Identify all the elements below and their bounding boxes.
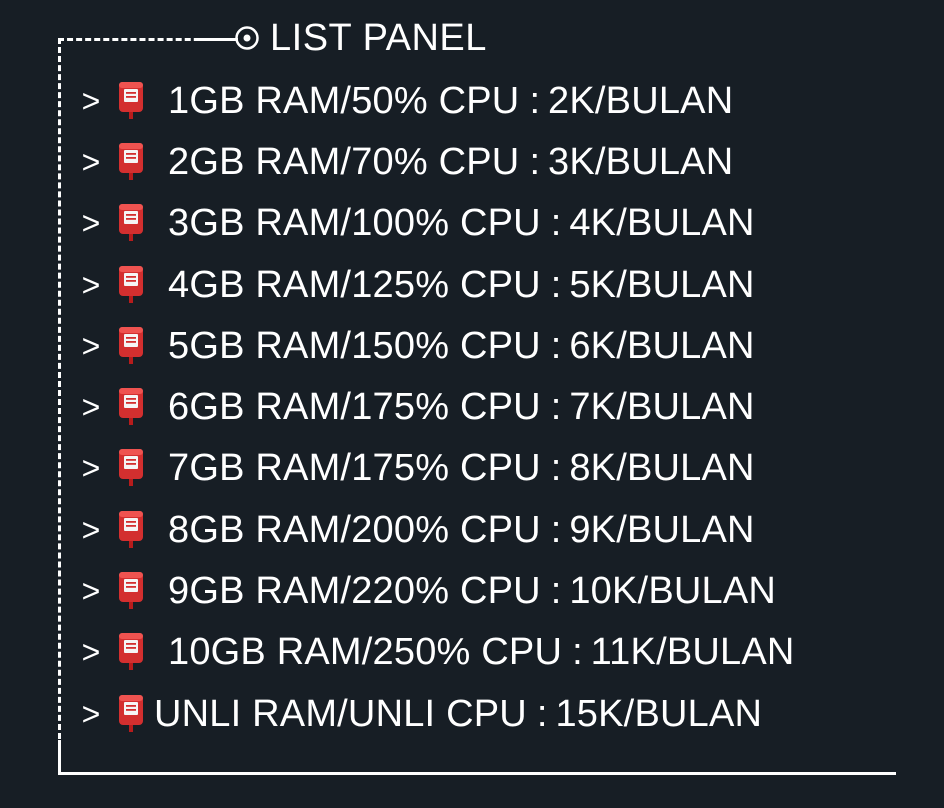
separator: : [550,263,562,306]
mailbox-icon [108,448,168,488]
separator: : [550,324,562,367]
list-panel: LIST PANEL > 1GB RAM/50% CPU : 2K/BULAN … [0,0,944,808]
plan-price: 5K/BULAN [569,263,755,306]
list-item: > 2GB RAM/70% CPU : 3K/BULAN [74,131,795,192]
plan-price: 4K/BULAN [569,202,755,245]
panel-title: LIST PANEL [270,17,487,59]
list-item: > 4GB RAM/125% CPU : 5K/BULAN [74,254,795,315]
plan-spec: 3GB RAM/100% CPU [168,202,541,245]
mailbox-icon [108,571,168,611]
plan-spec: 8GB RAM/200% CPU [168,508,541,551]
arrow-indicator: > [81,82,101,119]
separator: : [529,140,541,183]
list-item: > 6GB RAM/175% CPU : 7K/BULAN [74,376,795,437]
bottom-border [58,772,896,775]
plan-price: 9K/BULAN [569,508,755,551]
plan-spec: 1GB RAM/50% CPU [168,79,520,122]
plan-price: 15K/BULAN [555,692,763,735]
plan-spec: 2GB RAM/70% CPU [168,140,520,183]
plan-list: > 1GB RAM/50% CPU : 2K/BULAN > 2GB RAM/7… [74,70,795,744]
plan-price: 7K/BULAN [569,386,755,429]
separator: : [529,79,541,122]
plan-spec: 10GB RAM/250% CPU [168,631,563,674]
plan-spec: 7GB RAM/175% CPU [168,447,541,490]
arrow-indicator: > [81,327,101,364]
list-item: > 9GB RAM/220% CPU : 10K/BULAN [74,560,795,621]
plan-spec: 5GB RAM/150% CPU [168,324,541,367]
arrow-indicator: > [81,634,101,671]
separator: : [550,202,562,245]
mailbox-icon [108,387,168,427]
plan-price: 6K/BULAN [569,324,755,367]
mailbox-icon [108,203,168,243]
arrow-indicator: > [81,573,101,610]
list-item: > 10GB RAM/250% CPU : 11K/BULAN [74,622,795,683]
plan-spec: 9GB RAM/220% CPU [168,570,541,613]
list-item: > 3GB RAM/100% CPU : 4K/BULAN [74,193,795,254]
mailbox-icon [108,81,168,121]
list-item: > 7GB RAM/175% CPU : 8K/BULAN [74,438,795,499]
separator: : [550,447,562,490]
list-item: > 1GB RAM/50% CPU : 2K/BULAN [74,70,795,131]
arrow-indicator: > [81,205,101,242]
plan-price: 3K/BULAN [548,140,734,183]
list-item: > 8GB RAM/200% CPU : 9K/BULAN [74,499,795,560]
separator: : [536,692,548,735]
separator: : [550,386,562,429]
plan-price: 2K/BULAN [548,79,734,122]
top-solid-connector [198,38,238,41]
panel-header: LIST PANEL [234,16,487,60]
plan-price: 10K/BULAN [569,570,777,613]
separator: : [550,508,562,551]
plan-price: 8K/BULAN [569,447,755,490]
left-solid-border [58,740,61,775]
mailbox-icon [108,632,168,672]
mailbox-icon [108,510,168,550]
mailbox-icon [108,265,168,305]
separator: : [550,570,562,613]
arrow-indicator: > [81,266,101,303]
list-item: > 5GB RAM/150% CPU : 6K/BULAN [74,315,795,376]
mailbox-icon [108,142,168,182]
plan-spec: UNLI RAM/UNLI CPU [154,692,527,735]
arrow-indicator: > [81,511,101,548]
separator: : [572,631,583,674]
left-dashed-border [58,38,61,748]
plan-spec: 6GB RAM/175% CPU [168,386,541,429]
plan-spec: 4GB RAM/125% CPU [168,263,541,306]
arrow-indicator: > [81,695,101,732]
mailbox-icon [108,694,154,734]
target-icon [234,25,260,51]
arrow-indicator: > [81,143,101,180]
plan-price: 11K/BULAN [590,631,795,674]
list-item: > UNLI RAM/UNLI CPU : 15K/BULAN [74,683,795,744]
arrow-indicator: > [81,389,101,426]
mailbox-icon [108,326,168,366]
arrow-indicator: > [81,450,101,487]
